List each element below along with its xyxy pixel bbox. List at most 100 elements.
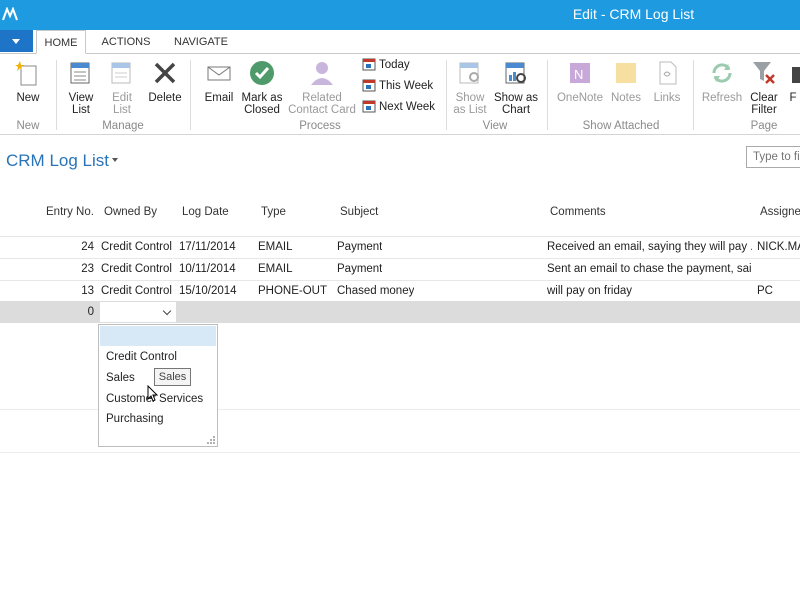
find-icon (792, 67, 800, 83)
column-header-type[interactable]: Type (261, 206, 286, 218)
group-label-process: Process (299, 120, 341, 132)
edit-list-icon (111, 62, 131, 84)
dropdown-option-purchasing[interactable]: Purchasing (106, 413, 164, 425)
row-divider (0, 236, 800, 237)
column-header-owned-by[interactable]: Owned By (104, 206, 157, 218)
this-week-button[interactable]: This Week (362, 77, 433, 95)
email-label: Email (204, 92, 234, 104)
show-as-list-label-1: Show (455, 92, 485, 104)
page-title[interactable]: CRM Log List (6, 151, 109, 171)
clear-filter-button[interactable]: Clear Filter (746, 56, 782, 116)
group-label-manage: Manage (102, 120, 144, 132)
cell-entry-no: 23 (81, 263, 94, 275)
dropdown-option-blank[interactable] (100, 326, 216, 346)
ribbon-divider (446, 60, 447, 130)
today-button[interactable]: Today (362, 56, 410, 74)
links-label: Links (653, 92, 681, 104)
view-list-label-2: List (72, 104, 90, 116)
group-label-page: Page (750, 120, 778, 132)
row-divider (0, 258, 800, 259)
column-header-subject[interactable]: Subject (340, 206, 378, 218)
owned-by-select[interactable] (100, 302, 176, 322)
view-list-label-1: View (68, 92, 94, 104)
cell-log-date: 17/11/2014 (179, 241, 236, 253)
resize-grip-icon[interactable] (206, 435, 216, 445)
show-as-chart-label-1: Show as (493, 92, 539, 104)
option-tooltip: Sales (154, 368, 191, 386)
calendar-icon (362, 58, 376, 71)
next-week-button[interactable]: Next Week (362, 98, 435, 116)
mark-as-closed-button[interactable]: Mark as Closed (240, 56, 284, 116)
search-input[interactable] (746, 146, 800, 168)
cell-type: PHONE-OUT (258, 285, 327, 297)
view-list-button[interactable]: View List (62, 56, 100, 116)
edit-list-button[interactable]: Edit List (104, 56, 140, 116)
ribbon-divider (693, 60, 694, 130)
dropdown-option-credit-control[interactable]: Credit Control (106, 351, 177, 363)
column-header-entry-no[interactable]: Entry No. (46, 206, 94, 218)
tab-home[interactable]: HOME (36, 30, 86, 54)
tab-actions[interactable]: ACTIONS (96, 30, 156, 54)
show-as-chart-label-2: Chart (501, 104, 531, 116)
notes-button[interactable]: Notes (608, 56, 644, 104)
clear-filter-label-2: Filter (751, 104, 777, 116)
contact-person-icon (311, 62, 333, 85)
dropdown-option-sales[interactable]: Sales (106, 372, 135, 384)
onenote-button[interactable]: N OneNote (554, 56, 606, 104)
onenote-icon: N (570, 63, 590, 83)
calendar-icon (362, 100, 376, 113)
cell-comments: Sent an email to chase the payment, sai.… (547, 263, 752, 275)
svg-text:N: N (574, 67, 583, 82)
refresh-button[interactable]: Refresh (700, 56, 744, 104)
delete-icon (154, 62, 176, 84)
mouse-cursor-icon (147, 385, 159, 402)
column-header-comments[interactable]: Comments (550, 206, 606, 218)
row-divider (0, 452, 800, 453)
related-contact-card-button[interactable]: Related Contact Card (288, 56, 356, 116)
cell-comments: Received an email, saying they will pay … (547, 241, 752, 253)
cell-type: EMAIL (258, 241, 293, 253)
links-button[interactable]: Links (648, 56, 686, 104)
edit-list-label-1: Edit (112, 92, 132, 104)
cell-subject: Chased money (337, 285, 415, 297)
list-search-icon (459, 62, 479, 84)
cell-subject: Payment (337, 241, 383, 253)
cell-entry-no: 0 (87, 306, 94, 318)
cell-log-date: 15/10/2014 (179, 285, 237, 297)
related-contact-label-1: Related (302, 92, 342, 104)
cell-log-date: 10/11/2014 (179, 263, 236, 275)
edit-list-label-2: List (113, 104, 131, 116)
row-divider (0, 280, 800, 281)
next-week-label: Next Week (379, 101, 436, 113)
tab-navigate[interactable]: NAVIGATE (166, 30, 236, 54)
cell-subject: Payment (337, 263, 383, 275)
link-document-icon (659, 61, 677, 85)
new-icon (15, 61, 37, 86)
delete-button[interactable]: Delete (146, 56, 184, 104)
show-as-list-label-2: as List (453, 104, 487, 116)
today-label: Today (379, 59, 410, 71)
show-as-chart-button[interactable]: Show as Chart (492, 56, 540, 116)
chevron-down-icon (162, 306, 172, 316)
new-button[interactable]: New (8, 56, 48, 104)
cell-entry-no: 24 (81, 241, 94, 253)
group-label-show-attached: Show Attached (582, 120, 660, 132)
show-as-list-button[interactable]: Show as List (450, 56, 490, 116)
cell-owned-by: Credit Control (101, 285, 172, 297)
cell-assigned: PC (757, 285, 773, 297)
ribbon-divider (190, 60, 191, 130)
chart-search-icon (505, 62, 526, 84)
column-header-log-date[interactable]: Log Date (182, 206, 229, 218)
application-menu-button[interactable] (0, 30, 33, 52)
related-contact-label-2: Contact Card (288, 104, 356, 116)
column-header-assigned[interactable]: Assigned (760, 206, 800, 218)
cell-assigned: NICK.MA (757, 241, 800, 253)
this-week-label: This Week (379, 80, 434, 92)
chevron-down-icon (12, 39, 20, 44)
chevron-down-icon[interactable] (112, 158, 118, 162)
cell-owned-by: Credit Control (101, 263, 172, 275)
notes-label: Notes (610, 92, 642, 104)
email-button[interactable]: Email (200, 56, 238, 104)
group-label-new: New (16, 120, 40, 132)
find-button[interactable]: F (786, 56, 800, 104)
